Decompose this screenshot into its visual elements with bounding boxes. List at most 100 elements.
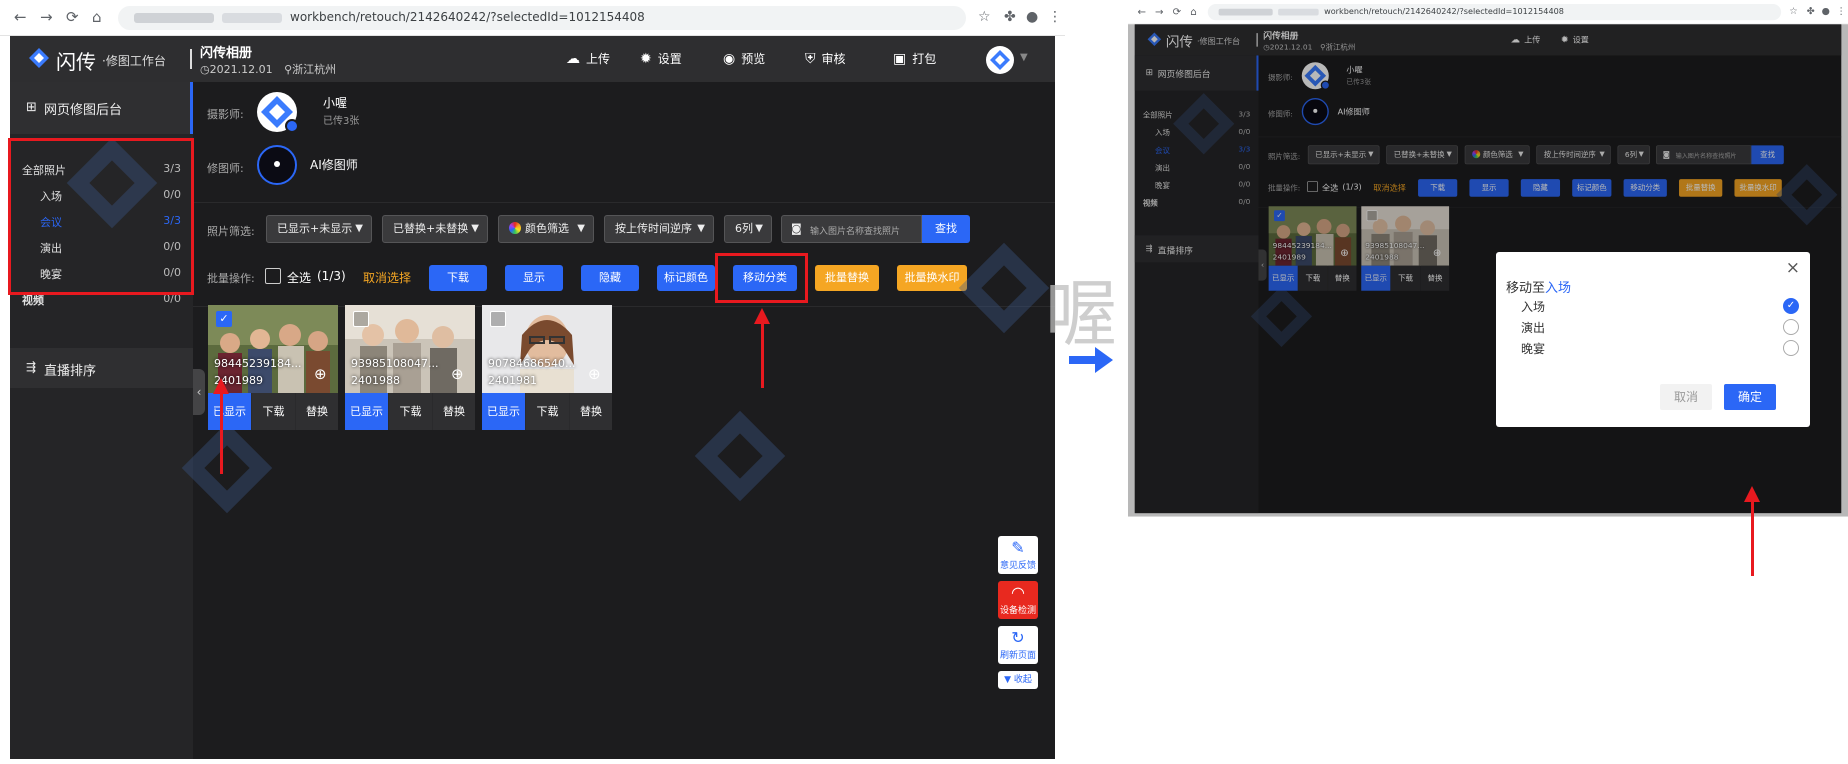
topbar-action-0[interactable]: ☁ 上传 <box>566 50 610 67</box>
batch-mark-color-button[interactable]: 标记颜色 <box>657 265 715 291</box>
zoom-in-icon[interactable]: ⊕ <box>451 365 464 383</box>
stage: ← → ⟳ ⌂ workbench/retouch/2142640242/?se… <box>0 0 1848 764</box>
url-text: workbench/retouch/2142640242/?selectedId… <box>290 10 645 24</box>
columns-dropdown[interactable]: 6列 ▼ <box>724 215 772 243</box>
photographer-label: 摄影师: <box>207 108 244 121</box>
topbar-action-4[interactable]: ▣ 打包 <box>893 50 936 67</box>
shown-toggle-button[interactable]: 已显示 <box>208 393 251 430</box>
radio-checked-icon[interactable]: ✓ <box>1783 298 1799 314</box>
chevron-down-icon[interactable]: ▼ <box>1020 52 1028 63</box>
profile-icon[interactable]: ● <box>1026 9 1038 25</box>
shown-toggle-button[interactable]: 已显示 <box>482 393 525 430</box>
profile-icon[interactable]: ● <box>1822 6 1830 17</box>
select-all-label[interactable]: 全选 <box>287 269 311 286</box>
url-redacted <box>1278 8 1319 16</box>
replace-filter-dropdown[interactable]: 已替换+未替换 ▼ <box>382 215 488 243</box>
home-icon[interactable]: ⌂ <box>1190 5 1196 17</box>
photo-name: 93985108047... <box>351 357 439 370</box>
photo-checkbox-checked[interactable]: ✓ <box>216 311 232 327</box>
user-avatar[interactable] <box>986 46 1014 74</box>
sidebar-item-live-sort[interactable]: ⇶ 直播排序 <box>10 348 193 388</box>
batch-replace-button[interactable]: 批量替换 <box>815 265 879 291</box>
radio-icon[interactable] <box>1783 319 1799 335</box>
search-button[interactable]: 查找 <box>922 215 970 243</box>
confirm-button[interactable]: 确定 <box>1724 384 1776 410</box>
star-icon[interactable]: ☆ <box>978 9 991 25</box>
batch-watermark-button[interactable]: 批量换水印 <box>897 265 967 291</box>
logo-icon <box>29 48 49 68</box>
address-bar[interactable]: workbench/retouch/2142640242/?selectedId… <box>118 6 966 30</box>
back-icon[interactable]: ← <box>1137 5 1146 17</box>
cancel-button[interactable]: 取消 <box>1660 384 1712 410</box>
url-redacted <box>134 13 214 23</box>
close-icon[interactable]: × <box>1786 258 1800 278</box>
menu-icon[interactable]: ⋮ <box>1837 6 1846 17</box>
photo-id: 2401988 <box>351 374 400 387</box>
select-all-checkbox[interactable] <box>265 268 281 284</box>
batch-show-button[interactable]: 显示 <box>505 265 563 291</box>
batch-label: 批量操作: <box>207 272 255 285</box>
location-icon: ⚲ <box>284 63 293 76</box>
extension-icon[interactable]: ✤ <box>1004 9 1016 25</box>
dialog-option-label[interactable]: 晚宴 <box>1521 340 1545 357</box>
replace-button[interactable]: 替换 <box>296 393 338 430</box>
forward-icon[interactable]: → <box>1155 5 1164 17</box>
cancel-selection-link[interactable]: 取消选择 <box>363 269 411 286</box>
reload-icon[interactable]: ⟳ <box>66 8 79 26</box>
menu-icon[interactable]: ⋮ <box>1048 9 1062 25</box>
download-button[interactable]: 下载 <box>389 393 432 430</box>
topbar-action-1[interactable]: ✹ 设置 <box>640 50 682 67</box>
zoom-in-icon[interactable]: ⊕ <box>588 365 601 383</box>
chevron-down-icon: ▼ <box>355 223 363 234</box>
chevron-down-icon: ▼ <box>471 223 479 234</box>
photo-card[interactable]: 93985108047... 2401988 ⊕ 已显示 下载 替换 <box>345 305 475 430</box>
sort-dropdown[interactable]: 按上传时间逆序 ▼ <box>604 215 714 243</box>
browser-bar: ← → ⟳ ⌂ workbench/retouch/2142640242/?se… <box>0 0 1065 36</box>
topbar-action-label: 预览 <box>741 52 766 66</box>
color-filter-dropdown[interactable]: 颜色筛选 ▼ <box>498 215 594 243</box>
dialog-option-label[interactable]: 入场 <box>1521 298 1545 315</box>
address-bar[interactable]: workbench/retouch/2142640242/?selectedId… <box>1207 4 1782 21</box>
edit-icon: ✎ <box>1011 538 1025 557</box>
photo-card[interactable]: 90784686540... 2401981 ⊕ 已显示 下载 替换 <box>482 305 612 430</box>
feedback-button[interactable]: ✎ 意见反馈 <box>998 536 1038 574</box>
device-check-button[interactable]: ◠ 设备检测 <box>998 581 1038 619</box>
topbar-action-3[interactable]: ⛨ 审核 <box>805 50 846 67</box>
float-label: 意见反馈 <box>999 561 1036 571</box>
topbar-action-2[interactable]: ◉ 预览 <box>723 50 765 67</box>
url-text: workbench/retouch/2142640242/?selectedId… <box>1324 6 1564 17</box>
display-filter-dropdown[interactable]: 已显示+未显示 ▼ <box>266 215 372 243</box>
photo-checkbox[interactable] <box>353 311 369 327</box>
radio-icon[interactable] <box>1783 340 1799 356</box>
search-input[interactable]: ◙ 输入图片名称查找照片 <box>781 215 922 243</box>
annotation-box <box>715 253 808 303</box>
forward-icon[interactable]: → <box>40 8 53 26</box>
extension-icon[interactable]: ✤ <box>1807 6 1815 17</box>
photo-checkbox[interactable] <box>490 311 506 327</box>
replace-button[interactable]: 替换 <box>433 393 475 430</box>
download-button[interactable]: 下载 <box>526 393 569 430</box>
color-wheel-icon <box>509 222 521 234</box>
photo-id: 2401981 <box>488 374 537 387</box>
replace-button[interactable]: 替换 <box>570 393 612 430</box>
ai-dot-icon <box>274 161 280 167</box>
ai-retoucher-avatar <box>257 145 297 185</box>
batch-download-button[interactable]: 下载 <box>429 265 487 291</box>
left-inner: ← → ⟳ ⌂ workbench/retouch/2142640242/?se… <box>0 0 1065 764</box>
sidebar-header[interactable]: ⊞ 网页修图后台 <box>10 82 193 134</box>
topbar-action-icon: ◉ <box>723 51 736 67</box>
home-icon[interactable]: ⌂ <box>92 8 102 26</box>
dialog-option-label[interactable]: 演出 <box>1521 319 1545 336</box>
shown-toggle-button[interactable]: 已显示 <box>345 393 388 430</box>
back-icon[interactable]: ← <box>14 8 27 26</box>
download-button[interactable]: 下载 <box>252 393 295 430</box>
batch-hide-button[interactable]: 隐藏 <box>581 265 639 291</box>
divider <box>190 49 192 69</box>
photo-card[interactable]: ✓ 98445239184... 2401989 ⊕ 已显示 下载 替换 <box>208 305 338 430</box>
star-icon[interactable]: ☆ <box>1789 6 1797 17</box>
reload-icon[interactable]: ⟳ <box>1173 5 1182 17</box>
topbar-action-icon: ☁ <box>566 51 580 67</box>
collapse-float-button[interactable]: ▼ 收起 <box>998 671 1038 689</box>
zoom-in-icon[interactable]: ⊕ <box>314 365 327 383</box>
refresh-page-button[interactable]: ↻ 刷新页面 <box>998 626 1038 664</box>
